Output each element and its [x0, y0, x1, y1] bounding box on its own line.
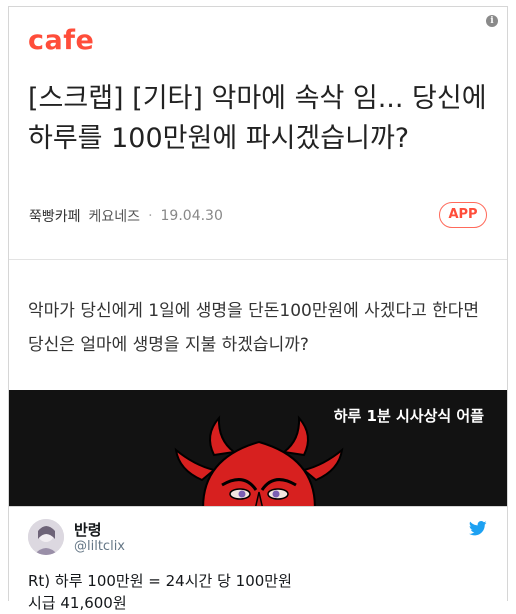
- cafe-logo: cafe: [28, 25, 95, 56]
- tweet-text-line2: 시급 41,600원: [28, 594, 127, 612]
- twitter-bird-icon[interactable]: [469, 521, 487, 536]
- tweet-user-handle[interactable]: @liltclix: [74, 539, 125, 554]
- meta-separator: ·: [148, 208, 153, 224]
- post-meta: 쭉빵카페 케요네즈 · 19.04.30: [29, 206, 223, 226]
- tweet-card[interactable]: 반령 @liltclix Rt) 하루 100만원 = 24시간 당 100만원…: [8, 506, 508, 612]
- post-date: 19.04.30: [160, 208, 223, 224]
- banner-caption: 하루 1분 시사상식 어플: [333, 407, 484, 425]
- tweet-user-name[interactable]: 반령: [74, 519, 102, 540]
- divider: [9, 259, 507, 260]
- cafe-name[interactable]: 쭉빵카페: [29, 206, 81, 226]
- app-button[interactable]: APP: [439, 202, 487, 228]
- post-body: 악마가 당신에게 1일에 생명을 단돈100만원에 사겠다고 한다면 당신은 얼…: [28, 301, 480, 355]
- tweet-text: Rt) 하루 100만원 = 24시간 당 100만원 시급 41,600원: [28, 570, 292, 614]
- avatar-icon[interactable]: [28, 519, 64, 555]
- devil-illustration: [174, 415, 344, 507]
- post-title[interactable]: [스크랩] [기타] 악마에 속삭 임... 당신에 하루를 100만원에 파시…: [28, 79, 488, 159]
- banner-image[interactable]: 하루 1분 시사상식 어플: [9, 390, 507, 507]
- author-name: 케요네즈: [88, 209, 141, 225]
- tweet-text-line1: Rt) 하루 100만원 = 24시간 당 100만원: [28, 572, 292, 590]
- cafe-link-card[interactable]: i cafe [스크랩] [기타] 악마에 속삭 임... 당신에 하루를 10…: [8, 6, 508, 507]
- info-icon[interactable]: i: [486, 15, 498, 27]
